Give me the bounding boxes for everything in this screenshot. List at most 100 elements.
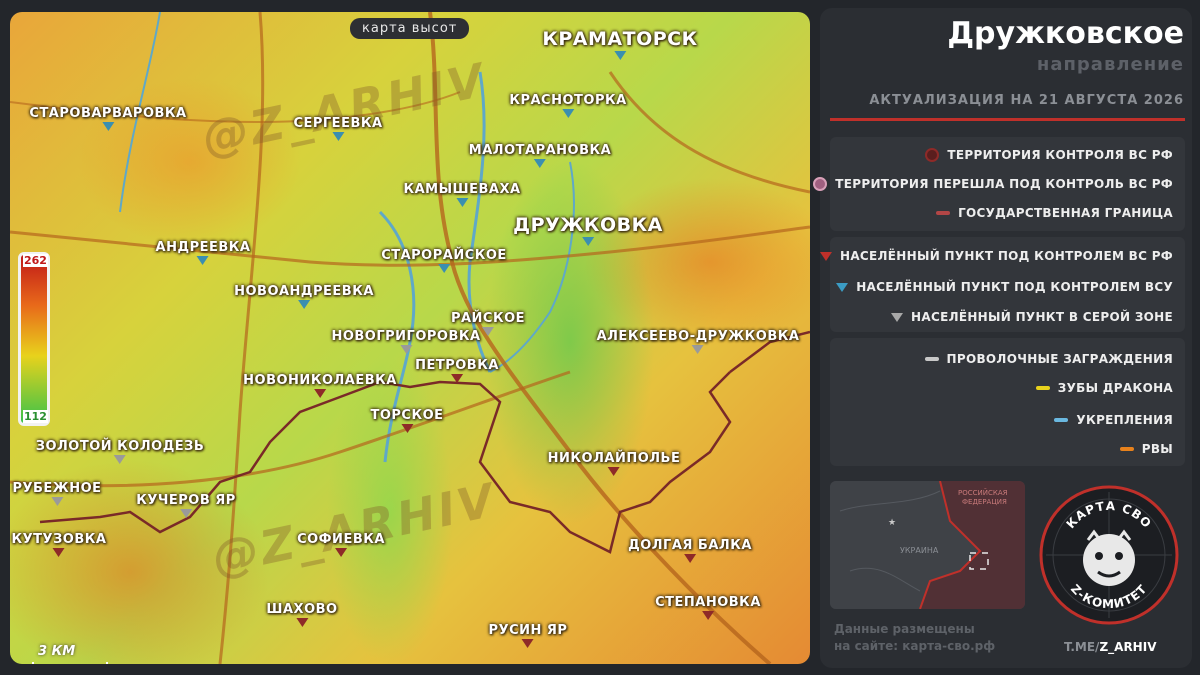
settlement-triangle-icon bbox=[332, 132, 344, 141]
legend-territory: ТЕРРИТОРИЯ КОНТРОЛЯ ВС РФ ТЕРРИТОРИЯ ПЕР… bbox=[813, 137, 1185, 231]
red-line-icon bbox=[936, 211, 951, 215]
settlement-label: АНДРЕЕВКА bbox=[155, 240, 251, 255]
settlement-triangle-icon bbox=[114, 455, 126, 464]
red-triangle-icon bbox=[819, 251, 832, 261]
settlement-label: КРАМАТОРСК bbox=[542, 28, 698, 50]
settlement-label: СТАРОВАРВАРОВКА bbox=[29, 106, 187, 121]
settlement-triangle-icon bbox=[400, 345, 412, 354]
legend-fortifications: ПРОВОЛОЧНЫЕ ЗАГРАЖДЕНИЯ ЗУБЫ ДРАКОНА УКР… bbox=[830, 338, 1185, 466]
elevation-map[interactable]: @Z_ARHIV @Z_ARHIV карта высот КРАМАТОРСК… bbox=[10, 12, 810, 664]
settlement-triangle-icon bbox=[613, 51, 626, 60]
settlement-triangle-icon bbox=[481, 327, 494, 336]
dark-red-circle-icon bbox=[925, 148, 940, 162]
legend-item-fortifications: УКРЕПЛЕНИЯ bbox=[1054, 413, 1173, 427]
settlement-marker[interactable]: НОВОГРИГОРОВКА bbox=[331, 325, 480, 354]
settlement-triangle-icon bbox=[297, 300, 310, 309]
settlement-marker[interactable]: НОВОАНДРЕЕВКА bbox=[234, 280, 374, 309]
settlement-marker[interactable]: ПЕТРОВКА bbox=[415, 354, 499, 383]
settlement-triangle-icon bbox=[533, 159, 546, 168]
settlement-label: ПЕТРОВКА bbox=[415, 358, 499, 373]
legend-item-border: ГОСУДАРСТВЕННАЯ ГРАНИЦА bbox=[936, 206, 1173, 220]
distance-scale-bar bbox=[32, 662, 108, 664]
settlement-marker[interactable]: ШАХОВО bbox=[266, 598, 337, 627]
settlement-label: КРАСНОТОРКА bbox=[509, 93, 627, 108]
settlement-marker[interactable]: АНДРЕЕВКА bbox=[156, 236, 251, 265]
inset-label-ru-1: РОССИЙСКАЯ bbox=[958, 488, 1008, 497]
settlement-triangle-icon bbox=[607, 467, 620, 476]
settlement-marker[interactable]: СТАРОРАЙСКОЕ bbox=[381, 244, 507, 273]
settlement-label: КУТУЗОВКА bbox=[11, 532, 107, 547]
settlement-label: РУСИН ЯР bbox=[488, 623, 568, 638]
pink-circle-icon bbox=[813, 177, 828, 191]
settlement-label: СТАРОРАЙСКОЕ bbox=[381, 248, 507, 263]
settlement-triangle-icon bbox=[53, 548, 65, 557]
legend-item-rf-settlement: НАСЕЛЁННЫЙ ПУНКТ ПОД КОНТРОЛЕМ ВС РФ bbox=[819, 249, 1173, 263]
settlement-marker[interactable]: ТОРСКОЕ bbox=[370, 404, 443, 433]
site-note: Данные размещены на сайте: карта-сво.рф bbox=[834, 622, 996, 653]
settlement-label: КУЧЕРОВ ЯР bbox=[136, 493, 236, 508]
settlement-label: РУБЕЖНОЕ bbox=[12, 481, 102, 496]
settlement-triangle-icon bbox=[701, 611, 714, 620]
settlement-marker[interactable]: РУСИН ЯР bbox=[489, 619, 568, 648]
settlement-marker[interactable]: КАМЫШЕВАХА bbox=[403, 178, 520, 207]
settlement-marker[interactable]: КРАМАТОРСК bbox=[542, 28, 697, 60]
telegram-link[interactable]: T.ME/Z_ARHIV bbox=[1064, 640, 1156, 654]
settlement-label: МАЛОТАРАНОВКА bbox=[468, 143, 612, 158]
settlement-marker[interactable]: НИКОЛАЙПОЛЬЕ bbox=[548, 447, 681, 476]
white-line-icon bbox=[924, 357, 939, 361]
inset-star-icon: ★ bbox=[888, 518, 896, 528]
settlement-label: ЗОЛОТОЙ КОЛОДЕЗЬ bbox=[35, 439, 205, 454]
settlement-label: АЛЕКСЕЕВО-ДРУЖКОВКА bbox=[596, 329, 800, 344]
settlement-marker[interactable]: ЗОЛОТОЙ КОЛОДЕЗЬ bbox=[36, 435, 205, 464]
settlement-marker[interactable]: РУБЕЖНОЕ bbox=[12, 477, 101, 506]
settlement-marker[interactable]: СЕРГЕЕВКА bbox=[293, 112, 382, 141]
legend-item-dragon-teeth: ЗУБЫ ДРАКОНА bbox=[1035, 381, 1173, 395]
settlement-marker[interactable]: КУЧЕРОВ ЯР bbox=[136, 489, 236, 518]
settlement-label: НИКОЛАЙПОЛЬЕ bbox=[547, 451, 681, 466]
settlement-marker[interactable]: СТАРОВАРВАРОВКА bbox=[29, 102, 186, 131]
settlement-label: СОФИЕВКА bbox=[297, 532, 385, 547]
settlement-label: СТЕПАНОВКА bbox=[655, 595, 761, 610]
elevation-scale: 262 112 bbox=[18, 252, 50, 426]
overview-inset-map[interactable]: ★ УКРАИНА РОССИЙСКАЯ ФЕДЕРАЦИЯ bbox=[830, 481, 1025, 609]
yellow-line-icon bbox=[1035, 386, 1050, 390]
settlement-triangle-icon bbox=[101, 122, 114, 131]
settlement-marker[interactable]: ДРУЖКОВКА bbox=[513, 214, 663, 246]
legend-item-grey-settlement: НАСЕЛЁННЫЙ ПУНКТ В СЕРОЙ ЗОНЕ bbox=[891, 310, 1173, 324]
settlement-triangle-icon bbox=[456, 198, 468, 207]
settlement-triangle-icon bbox=[582, 237, 594, 246]
legend-item-ditches: РВЫ bbox=[1119, 442, 1173, 456]
legend-item-ua-settlement: НАСЕЛЁННЫЙ ПУНКТ ПОД КОНТРОЛЕМ ВСУ bbox=[836, 280, 1173, 294]
elevation-min: 112 bbox=[23, 410, 48, 423]
settlement-triangle-icon bbox=[451, 374, 463, 383]
settlement-label: РАЙСКОЕ bbox=[450, 311, 526, 326]
settlement-triangle-icon bbox=[692, 345, 704, 354]
settlement-triangle-icon bbox=[438, 264, 450, 273]
settlement-triangle-icon bbox=[335, 548, 347, 557]
settlement-label: ТОРСКОЕ bbox=[370, 408, 444, 423]
settlement-triangle-icon bbox=[683, 554, 696, 563]
settlement-triangle-icon bbox=[313, 389, 326, 398]
distance-scale-label: 3 КМ bbox=[38, 644, 76, 659]
inset-map-graphic: ★ УКРАИНА РОССИЙСКАЯ ФЕДЕРАЦИЯ bbox=[830, 481, 1025, 609]
settlement-marker[interactable]: КУТУЗОВКА bbox=[12, 528, 107, 557]
title-divider bbox=[830, 118, 1185, 121]
settlement-marker[interactable]: АЛЕКСЕЕВО-ДРУЖКОВКА bbox=[597, 325, 800, 354]
settlement-triangle-icon bbox=[561, 109, 574, 118]
settlement-triangle-icon bbox=[521, 639, 534, 648]
grey-triangle-icon bbox=[891, 312, 904, 322]
inset-label-ru-2: ФЕДЕРАЦИЯ bbox=[962, 498, 1007, 506]
settlement-marker[interactable]: СТЕПАНОВКА bbox=[655, 591, 761, 620]
settlement-label: ШАХОВО bbox=[266, 602, 338, 617]
settlement-marker[interactable]: СОФИЕВКА bbox=[297, 528, 385, 557]
settlement-marker[interactable]: КРАСНОТОРКА bbox=[509, 89, 626, 118]
elevation-max: 262 bbox=[23, 254, 48, 267]
settlement-marker[interactable]: МАЛОТАРАНОВКА bbox=[469, 139, 611, 168]
blue-triangle-icon bbox=[836, 282, 849, 292]
settlement-label: КАМЫШЕВАХА bbox=[403, 182, 521, 197]
settlement-marker[interactable]: ДОЛГАЯ БАЛКА bbox=[628, 534, 752, 563]
settlement-marker[interactable]: НОВОНИКОЛАЕВКА bbox=[243, 369, 397, 398]
settlement-label: ДРУЖКОВКА bbox=[513, 214, 663, 236]
legend-item-transferred-territory: ТЕРРИТОРИЯ ПЕРЕШЛА ПОД КОНТРОЛЬ ВС РФ bbox=[813, 177, 1173, 191]
settlement-triangle-icon bbox=[400, 424, 413, 433]
